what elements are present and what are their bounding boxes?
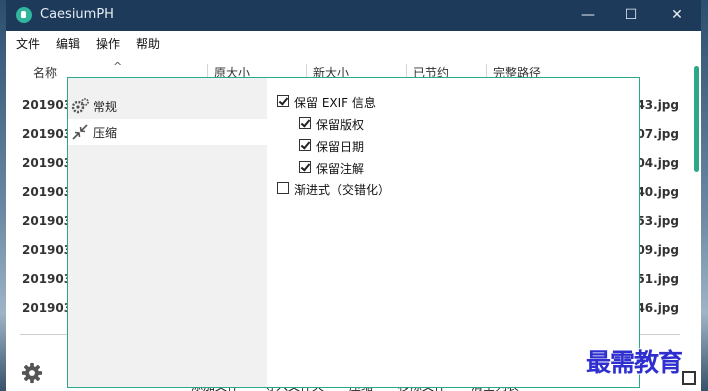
file-path: 07.jpg	[636, 127, 679, 141]
menu-bar: 文件 编辑 操作 帮助	[6, 31, 701, 55]
menu-file[interactable]: 文件	[16, 35, 40, 52]
sort-ascending-icon[interactable]: ^	[113, 60, 122, 73]
progressive-label: 渐进式（交错化）	[294, 183, 391, 197]
close-button[interactable]: ✕	[662, 4, 692, 26]
app-logo-icon	[16, 7, 32, 23]
keep-comments-label: 保留注解	[316, 162, 365, 176]
maximize-button[interactable]: ☐	[616, 4, 646, 26]
settings-gear-icon[interactable]	[21, 362, 43, 384]
sidebar-item-label: 常规	[93, 100, 118, 114]
watermark-text: 最需教育	[586, 348, 683, 377]
window-title: CaesiumPH	[40, 7, 114, 22]
keep-copyright-checkbox[interactable]	[299, 117, 311, 129]
compress-arrows-icon	[72, 124, 88, 140]
sidebar-item-general[interactable]: 常规	[68, 93, 267, 119]
settings-dialog: 常规 压缩 保留 EXIF 信息 保留版权 保留日期 保留注解 渐进式（交错化）	[67, 77, 640, 388]
gears-icon	[71, 98, 89, 114]
progressive-checkbox[interactable]	[277, 182, 289, 194]
keep-copyright-label: 保留版权	[316, 118, 365, 132]
vertical-scrollbar[interactable]	[694, 66, 699, 172]
sidebar-item-compression[interactable]: 压缩	[68, 119, 267, 145]
file-path: 53.jpg	[636, 214, 679, 228]
minimize-button[interactable]: —	[573, 4, 603, 26]
file-path: 46.jpg	[636, 301, 679, 315]
file-path: 40.jpg	[636, 185, 679, 199]
window-corner-icon[interactable]	[682, 371, 696, 385]
file-path: 51.jpg	[636, 272, 679, 286]
keep-comments-checkbox[interactable]	[299, 161, 311, 173]
menu-help[interactable]: 帮助	[136, 35, 160, 52]
keep-exif-label: 保留 EXIF 信息	[294, 96, 376, 110]
settings-sidebar: 常规 压缩	[68, 78, 267, 387]
menu-edit[interactable]: 编辑	[56, 35, 80, 52]
menu-actions[interactable]: 操作	[96, 35, 120, 52]
column-header-name[interactable]: 名称	[33, 64, 57, 81]
sidebar-item-label: 压缩	[93, 126, 118, 140]
file-path: 43.jpg	[636, 98, 679, 112]
keep-exif-checkbox[interactable]	[277, 95, 289, 107]
file-path: 04.jpg	[636, 156, 679, 170]
keep-date-label: 保留日期	[316, 140, 365, 154]
keep-date-checkbox[interactable]	[299, 139, 311, 151]
title-bar[interactable]: CaesiumPH — ☐ ✕	[6, 0, 701, 31]
file-path: 09.jpg	[636, 243, 679, 257]
